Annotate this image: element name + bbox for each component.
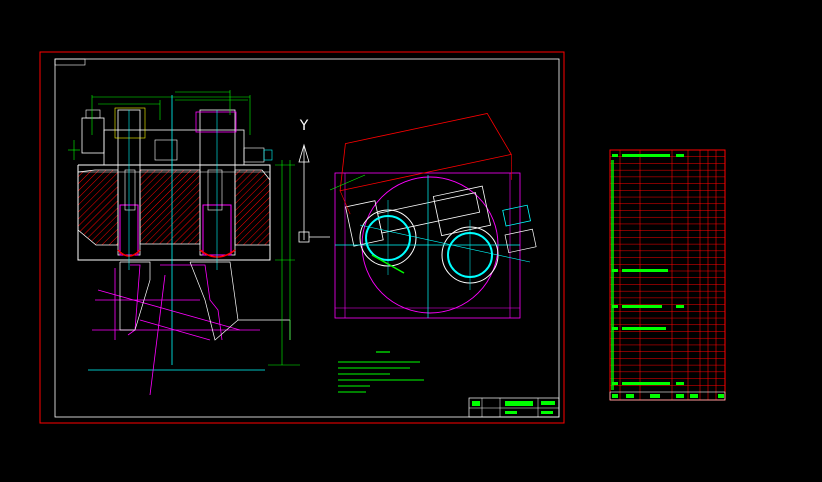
rotated-assembly — [339, 113, 531, 247]
title-block — [468, 397, 560, 418]
lower-structure — [92, 264, 260, 396]
cad-drawing-canvas[interactable]: Y — [0, 0, 822, 482]
bom-header-marks — [612, 394, 724, 398]
y-axis-marker: Y — [298, 118, 330, 243]
technical-notes — [338, 351, 424, 393]
center-hatched-block — [139, 169, 201, 245]
bom-entries — [612, 154, 684, 385]
corner-tag — [54, 58, 86, 66]
side-dimensions — [268, 160, 300, 366]
right-coupling — [243, 147, 265, 163]
right-hatched-block — [234, 169, 271, 246]
main-sheet — [39, 51, 565, 424]
left-motor — [81, 117, 105, 154]
parts-list-sheet — [609, 149, 726, 401]
outer-frame — [39, 51, 565, 424]
axis-y-label: Y — [299, 118, 309, 134]
top-plan-view — [329, 113, 537, 319]
top-dimensions — [68, 90, 251, 160]
left-hatched-block — [77, 169, 119, 246]
front-section-view — [68, 90, 300, 396]
plan-outline — [334, 172, 521, 319]
